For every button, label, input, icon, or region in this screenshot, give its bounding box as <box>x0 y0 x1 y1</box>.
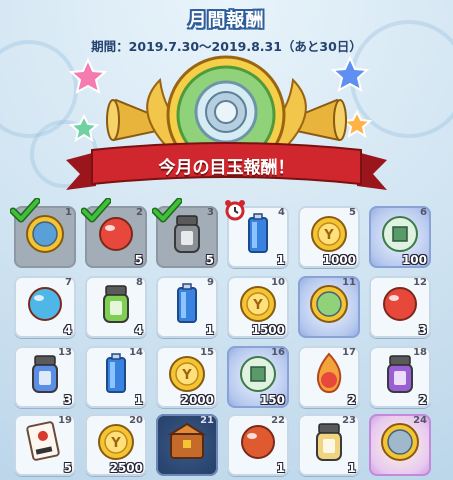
featured-banner-text: 今月の目玉報酬！ <box>158 158 295 178</box>
day-number: 8 <box>136 277 143 288</box>
day-number: 23 <box>342 415 356 426</box>
day-number: 9 <box>207 277 214 288</box>
reward-cell-day-15[interactable]: Y 15 2000 <box>156 346 218 408</box>
reward-cell-day-3[interactable]: 35 <box>152 198 218 268</box>
reward-quantity: 4 <box>63 323 72 337</box>
day-number: 22 <box>271 415 285 426</box>
reward-cell-day-7[interactable]: 74 <box>14 276 76 338</box>
reward-cell-day-21[interactable]: 21 <box>156 414 218 476</box>
day-number: 2 <box>136 207 143 218</box>
svg-text:Y: Y <box>181 368 192 383</box>
svg-text:Y: Y <box>110 436 121 451</box>
reward-cell-day-14[interactable]: 14 1 <box>85 346 147 408</box>
reward-quantity: 4 <box>134 323 143 337</box>
reward-cell-day-4[interactable]: 41 <box>225 200 289 268</box>
reward-cell-day-24[interactable]: 24 <box>369 414 431 476</box>
reward-quantity: 2000 <box>180 393 214 407</box>
reward-quantity: 150 <box>259 393 285 407</box>
day-number: 13 <box>58 347 72 358</box>
reward-cell-day-20[interactable]: Y 20 2500 <box>85 414 147 476</box>
day-number: 11 <box>342 277 356 288</box>
day-number: 6 <box>420 207 427 218</box>
reward-quantity: 2 <box>418 393 427 407</box>
day-number: 3 <box>207 207 214 218</box>
svg-text:Y: Y <box>323 228 334 243</box>
reward-cell-day-1[interactable]: 1 <box>10 198 76 268</box>
reward-quantity: 1 <box>205 323 214 337</box>
reward-quantity: 1 <box>276 253 285 267</box>
reward-cell-day-13[interactable]: 13 3 <box>14 346 76 408</box>
day-number: 20 <box>129 415 143 426</box>
reward-cell-day-23[interactable]: 23 1 <box>298 414 360 476</box>
reward-cell-day-19[interactable]: 19 5 <box>14 414 76 476</box>
reward-cell-day-8[interactable]: 84 <box>85 276 147 338</box>
day-number: 16 <box>271 347 285 358</box>
day-number: 14 <box>129 347 143 358</box>
day-number: 15 <box>200 347 214 358</box>
reward-cell-day-6[interactable]: 6 100 <box>369 206 431 268</box>
blue-star-icon <box>330 55 370 92</box>
day-number: 1 <box>65 207 72 218</box>
reward-quantity: 1500 <box>251 323 285 337</box>
reward-cell-day-22[interactable]: 22 1 <box>227 414 289 476</box>
day-number: 12 <box>413 277 427 288</box>
reward-cell-day-12[interactable]: 12 3 <box>369 276 431 338</box>
reward-cell-day-10[interactable]: Y 10 1500 <box>227 276 289 338</box>
reward-quantity: 3 <box>63 393 72 407</box>
svg-text:Y: Y <box>252 298 263 313</box>
day-number: 10 <box>271 277 285 288</box>
day-number: 17 <box>342 347 356 358</box>
day-number: 7 <box>65 277 72 288</box>
monthly-reward-screen: 月間報酬 期間：2019.7.30〜2019.8.31（あと30日） 今月の目玉… <box>0 0 453 480</box>
reward-cell-day-2[interactable]: 25 <box>81 198 147 268</box>
reward-quantity: 5 <box>134 253 143 267</box>
reward-quantity: 5 <box>205 253 214 267</box>
day-number: 19 <box>58 415 72 426</box>
reward-quantity: 100 <box>401 253 427 267</box>
reward-quantity: 1 <box>134 393 143 407</box>
green-star-icon <box>68 113 100 143</box>
featured-reward-emblem <box>66 55 387 190</box>
reward-cell-day-17[interactable]: 17 2 <box>298 346 360 408</box>
reward-quantity: 2 <box>347 393 356 407</box>
day-number: 21 <box>200 415 214 426</box>
pink-star-icon <box>68 57 108 94</box>
reward-quantity: 1 <box>347 461 356 475</box>
reward-quantity: 5 <box>63 461 72 475</box>
reward-cell-day-11[interactable]: 11 <box>298 276 360 338</box>
reward-cell-day-16[interactable]: 16 150 <box>227 346 289 408</box>
reward-quantity: 1000 <box>322 253 356 267</box>
day-number: 24 <box>413 415 427 426</box>
reward-quantity: 1 <box>276 461 285 475</box>
day-number: 4 <box>278 207 285 218</box>
reward-quantity: 2500 <box>109 461 143 475</box>
reward-cell-day-18[interactable]: 18 2 <box>369 346 431 408</box>
day-number: 5 <box>349 207 356 218</box>
orange-star-icon <box>341 109 373 139</box>
reward-cell-day-5[interactable]: Y 5 1000 <box>298 206 360 268</box>
day-number: 18 <box>413 347 427 358</box>
reward-quantity: 3 <box>418 323 427 337</box>
reward-cell-day-9[interactable]: 91 <box>156 276 218 338</box>
